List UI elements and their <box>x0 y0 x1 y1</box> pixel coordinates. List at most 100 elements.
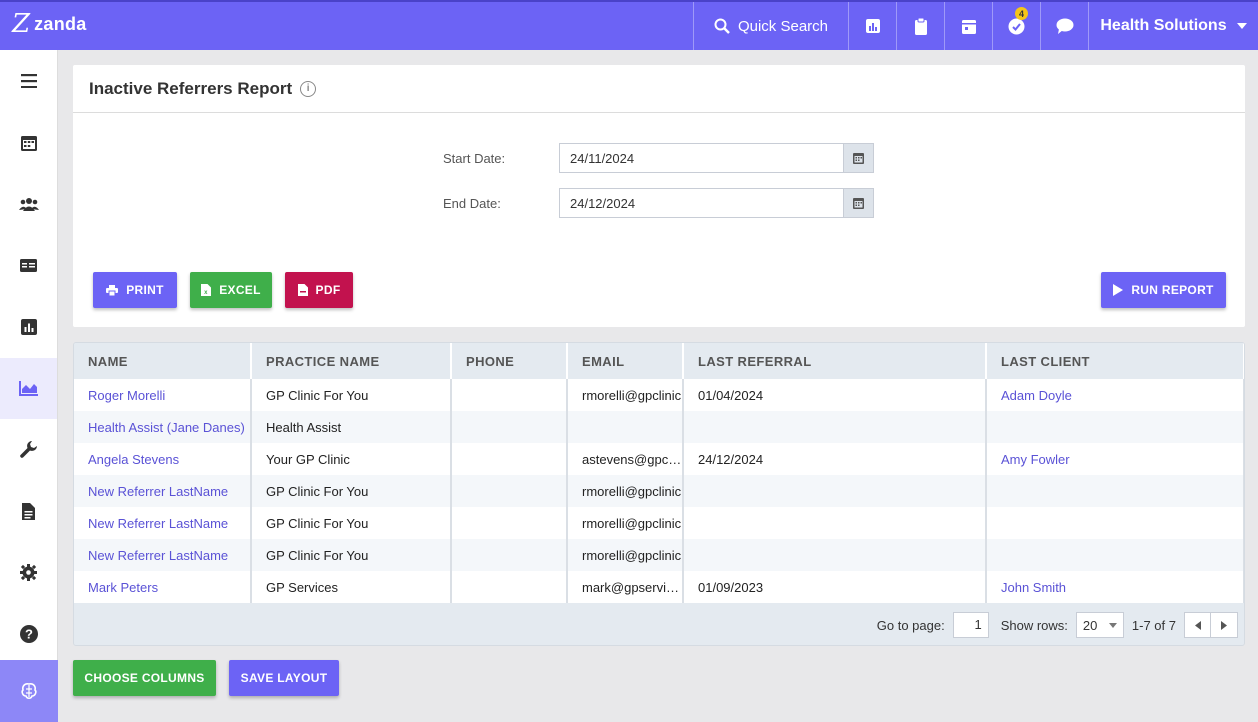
sidebar-menu-toggle[interactable] <box>0 50 57 112</box>
calendar-icon <box>853 153 864 164</box>
clipboard-button[interactable] <box>896 2 944 50</box>
pdf-button[interactable]: PDF <box>285 272 353 308</box>
play-icon <box>1113 284 1124 296</box>
email-cell: rmorelli@gpclinic <box>567 379 684 411</box>
referrer-name-link[interactable]: Angela Stevens <box>74 443 252 475</box>
next-page-button[interactable] <box>1211 612 1238 638</box>
choose-columns-button[interactable]: CHOOSE COLUMNS <box>73 660 216 696</box>
end-date-row: End Date: <box>443 188 874 218</box>
calendar-icon <box>20 135 37 151</box>
last-client-link[interactable]: John Smith <box>986 571 1244 603</box>
sidebar: ? <box>0 50 58 722</box>
last-client-link[interactable] <box>986 411 1244 443</box>
last-client-link[interactable]: Amy Fowler <box>986 443 1244 475</box>
report-panel: Inactive Referrers Report i Start Date: … <box>73 65 1245 327</box>
run-report-button[interactable]: RUN REPORT <box>1101 272 1226 308</box>
email-cell <box>567 411 684 443</box>
gear-icon <box>20 564 37 582</box>
show-rows-label: Show rows: <box>1000 617 1068 633</box>
tasks-button[interactable]: 4 <box>992 2 1040 50</box>
last-client-link[interactable] <box>986 507 1244 539</box>
sidebar-item-assistant[interactable] <box>0 660 58 722</box>
referrer-name-link[interactable]: Health Assist (Jane Danes) <box>74 411 252 443</box>
table-row: Health Assist (Jane Danes) Health Assist <box>74 411 1244 443</box>
practice-name-cell: GP Clinic For You <box>251 379 452 411</box>
sidebar-item-stats[interactable] <box>0 296 57 358</box>
help-icon: ? <box>19 625 38 644</box>
caret-down-icon <box>1108 622 1117 628</box>
search-icon <box>714 18 730 34</box>
document-icon <box>22 502 35 520</box>
start-date-input[interactable] <box>559 143 843 173</box>
practice-name-cell: GP Clinic For You <box>251 507 452 539</box>
table-row: Mark Peters GP Services mark@gpservices … <box>74 571 1244 603</box>
sidebar-item-settings[interactable] <box>0 542 57 604</box>
page-range-text: 1-7 of 7 <box>1131 617 1176 633</box>
last-client-link[interactable]: Adam Doyle <box>986 379 1244 411</box>
phone-cell <box>451 443 568 475</box>
sidebar-item-billing[interactable] <box>0 235 57 297</box>
column-header-phone[interactable]: PHONE <box>451 343 568 379</box>
column-header-last-referral[interactable]: LAST REFERRAL <box>683 343 987 379</box>
sidebar-item-clients[interactable] <box>0 173 57 235</box>
clipboard-icon <box>914 17 927 35</box>
phone-cell <box>451 475 568 507</box>
end-date-input[interactable] <box>559 188 843 218</box>
table-row: Roger Morelli GP Clinic For You rmorelli… <box>74 379 1244 411</box>
previous-page-button[interactable] <box>1184 612 1211 638</box>
svg-text:?: ? <box>25 627 33 642</box>
table-row: New Referrer LastName GP Clinic For You … <box>74 539 1244 571</box>
referrers-table: NAME PRACTICE NAME PHONE EMAIL LAST REFE… <box>73 342 1245 646</box>
notification-badge: 4 <box>1015 7 1028 20</box>
column-header-practice-name[interactable]: PRACTICE NAME <box>251 343 452 379</box>
email-cell: rmorelli@gpclinic <box>567 539 684 571</box>
referrer-name-link[interactable]: New Referrer LastName <box>74 539 252 571</box>
logo-text: zanda <box>34 13 87 34</box>
excel-label: EXCEL <box>219 283 261 297</box>
bar-chart-icon <box>20 318 37 335</box>
start-date-picker-button[interactable] <box>843 143 874 173</box>
save-layout-button[interactable]: SAVE LAYOUT <box>229 660 339 696</box>
end-date-picker-button[interactable] <box>843 188 874 218</box>
zanda-logo[interactable]: Z zanda <box>12 10 87 38</box>
sidebar-item-reports[interactable] <box>0 357 57 419</box>
excel-button[interactable]: x EXCEL <box>190 272 272 308</box>
referrer-name-link[interactable]: New Referrer LastName <box>74 507 252 539</box>
printer-icon <box>106 284 119 296</box>
print-label: PRINT <box>126 283 164 297</box>
email-cell: mark@gpservices <box>567 571 684 603</box>
check-circle-icon <box>1008 18 1025 34</box>
sidebar-item-help[interactable]: ? <box>0 604 57 666</box>
info-icon[interactable]: i <box>300 80 317 97</box>
last-referral-cell <box>683 475 987 507</box>
reports-button[interactable] <box>848 2 896 50</box>
sidebar-item-tools[interactable] <box>0 419 57 481</box>
referrer-name-link[interactable]: New Referrer LastName <box>74 475 252 507</box>
sidebar-item-documents[interactable] <box>0 481 57 543</box>
column-header-name[interactable]: NAME <box>74 343 252 379</box>
caret-down-icon <box>1236 23 1247 29</box>
last-client-link[interactable] <box>986 475 1244 507</box>
calendar-button[interactable] <box>944 2 992 50</box>
rows-per-page-select[interactable]: 20 <box>1075 612 1124 638</box>
start-date-row: Start Date: <box>443 143 874 173</box>
table-header-row: NAME PRACTICE NAME PHONE EMAIL LAST REFE… <box>74 343 1244 379</box>
print-button[interactable]: PRINT <box>93 272 177 308</box>
phone-cell <box>451 379 568 411</box>
last-client-link[interactable] <box>986 539 1244 571</box>
email-cell: rmorelli@gpclinic <box>567 507 684 539</box>
chevron-left-icon <box>1194 620 1201 630</box>
column-header-last-client[interactable]: LAST CLIENT <box>986 343 1244 379</box>
goto-page-input[interactable]: 1 <box>952 612 989 638</box>
messages-button[interactable] <box>1040 2 1088 50</box>
column-header-email[interactable]: EMAIL <box>567 343 684 379</box>
sidebar-item-calendar[interactable] <box>0 112 57 174</box>
table-row: Angela Stevens Your GP Clinic astevens@g… <box>74 443 1244 475</box>
referrer-name-link[interactable]: Mark Peters <box>74 571 252 603</box>
referrer-name-link[interactable]: Roger Morelli <box>74 379 252 411</box>
pdf-label: PDF <box>315 283 341 297</box>
hamburger-icon <box>20 73 37 88</box>
organisation-dropdown[interactable]: Health Solutions <box>1088 2 1258 50</box>
quick-search-button[interactable]: Quick Search <box>693 2 848 50</box>
last-referral-cell <box>683 411 987 443</box>
